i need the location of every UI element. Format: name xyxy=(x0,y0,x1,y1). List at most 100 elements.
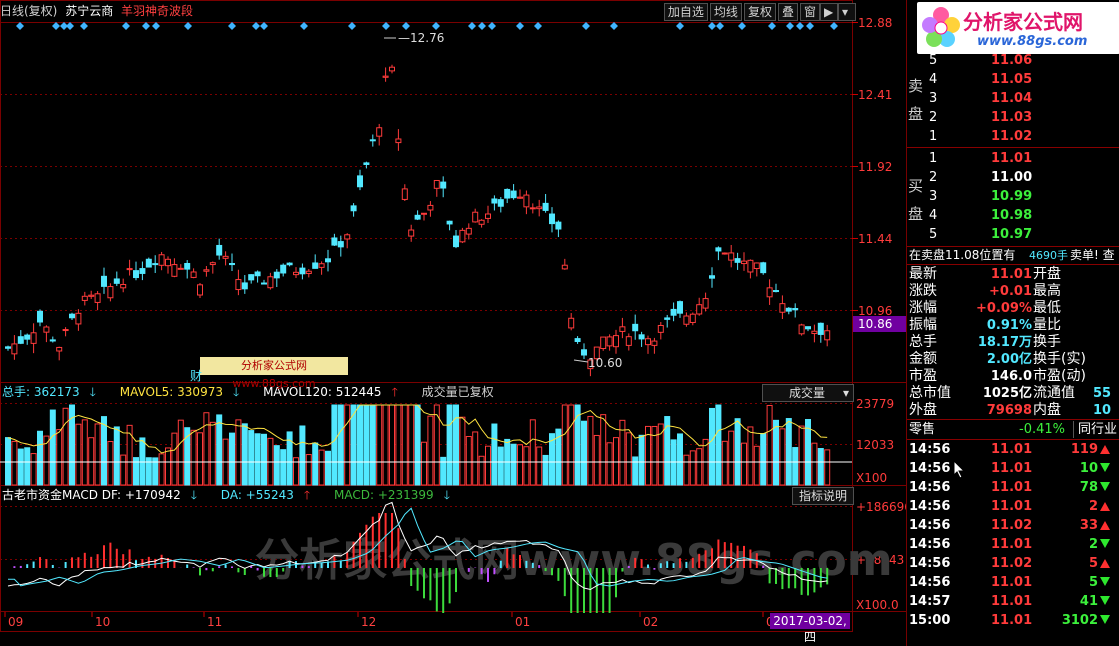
signal-diamond-icon xyxy=(488,22,496,30)
signal-diamond-icon xyxy=(260,22,268,30)
tick-row[interactable]: 14:56 11.01 119 xyxy=(907,441,1119,458)
buy-order-row[interactable]: 1 11.01 xyxy=(907,150,1119,167)
finance-marker[interactable]: 财 xyxy=(190,367,202,384)
volume-bar xyxy=(798,425,805,486)
indicator-name[interactable]: 羊羽神奇波段 xyxy=(121,4,193,18)
sell-order-row[interactable]: 1 11.02 xyxy=(907,128,1119,145)
order-price: 11.02 xyxy=(991,129,1033,144)
tick-row[interactable]: 14:56 11.01 2 xyxy=(907,536,1119,553)
buy-order-row[interactable]: 5 10.97 xyxy=(907,226,1119,243)
overlay-button[interactable]: 叠 xyxy=(777,3,798,21)
tick-row[interactable]: 14:56 11.01 2 xyxy=(907,498,1119,515)
quote-value: 0.91% xyxy=(986,318,1032,333)
tick-row[interactable]: 14:56 11.02 33 xyxy=(907,517,1119,534)
buy-order-row[interactable]: 4 10.98 xyxy=(907,207,1119,224)
tick-row[interactable]: 14:56 11.01 5 xyxy=(907,574,1119,591)
candle-body xyxy=(478,219,485,225)
volume-bar xyxy=(792,447,799,486)
candle-body xyxy=(312,262,319,269)
volume-adjusted-label: 成交量已复权 xyxy=(421,385,494,399)
candle-body xyxy=(747,259,754,273)
quote-value: 146.0 xyxy=(990,369,1032,384)
kline-chart[interactable]: 12.88 12.41 11.92 11.44 10.9610.86 —12.76 10.6… xyxy=(0,0,906,646)
candle-body xyxy=(555,221,562,230)
quote-key-2: 最低 xyxy=(1033,300,1061,316)
candle-body xyxy=(824,330,831,341)
volume-bar xyxy=(625,432,632,486)
signal-diamond-icon xyxy=(80,22,88,30)
order-price: 11.04 xyxy=(991,91,1033,106)
date-axis-label: 01 xyxy=(515,615,530,629)
candle-body xyxy=(261,282,267,285)
volume-bar xyxy=(529,419,536,486)
tick-row[interactable]: 14:56 11.01 78 xyxy=(907,479,1119,496)
big-order-alert[interactable]: 在卖盘11.08位置有 4690手 卖单! 查 xyxy=(907,247,1119,264)
tick-price: 11.02 xyxy=(991,518,1033,533)
sell-order-row[interactable]: 3 11.04 xyxy=(907,90,1119,107)
tick-time: 14:56 xyxy=(909,575,951,590)
tick-row[interactable]: 14:56 11.02 5 xyxy=(907,555,1119,572)
volume-bar xyxy=(229,432,235,486)
candle-body xyxy=(184,262,191,270)
volume-bar xyxy=(785,418,792,486)
candle-body xyxy=(773,290,779,293)
moving-average-button[interactable]: 均线 xyxy=(709,3,742,21)
order-price: 11.06 xyxy=(991,53,1033,68)
candle-body xyxy=(645,338,651,346)
signal-diamond-icon xyxy=(228,22,236,30)
volume-bar xyxy=(773,419,779,486)
candle-body xyxy=(664,317,671,320)
candle-body xyxy=(421,212,427,215)
buy-order-row[interactable]: 2 11.00 xyxy=(907,169,1119,186)
candle-body xyxy=(37,310,43,323)
tick-row[interactable]: 15:00 11.01 3102 xyxy=(907,612,1119,629)
quote-row: 涨跌 +0.01 最高 xyxy=(907,283,1119,300)
candle-body xyxy=(523,194,530,208)
quote-row: 外盘 79698 内盘 10 xyxy=(907,402,1119,419)
volume-bar xyxy=(337,404,344,486)
order-price: 11.00 xyxy=(991,170,1033,185)
volume-bar xyxy=(536,446,543,486)
volume-bar xyxy=(427,415,434,486)
volume-bar xyxy=(280,449,287,486)
chart-dropdown-icon[interactable]: ▾ xyxy=(838,3,856,21)
arrow-down-icon xyxy=(1100,463,1110,472)
candle-body xyxy=(805,326,811,330)
volume-bar xyxy=(824,449,831,486)
candle-body xyxy=(581,349,587,356)
chart-menu-icon[interactable]: ▶ xyxy=(820,3,838,21)
buy-order-row[interactable]: 3 10.99 xyxy=(907,188,1119,205)
chart-area[interactable]: 12.88 12.41 11.92 11.44 10.96 10.86 —12.76 10.6… xyxy=(0,0,906,646)
candle-body xyxy=(190,271,197,278)
tick-time: 14:56 xyxy=(909,461,951,476)
sell-order-row[interactable]: 2 11.03 xyxy=(907,109,1119,126)
add-watchlist-button[interactable]: 加自选 xyxy=(663,3,708,21)
current-date-label: 2017-03-02,四 xyxy=(770,613,850,644)
tick-row[interactable]: 14:57 11.01 41 xyxy=(907,593,1119,610)
volume-bar xyxy=(766,404,773,486)
period-label[interactable]: 日线(复权) xyxy=(0,4,57,18)
candle-body xyxy=(331,237,338,246)
volume-bar xyxy=(753,445,760,486)
window-button[interactable]: 窗 xyxy=(799,3,820,21)
volume-bar xyxy=(88,437,95,486)
volume-bar xyxy=(203,412,210,486)
volume-bar xyxy=(299,425,306,486)
tick-time: 15:00 xyxy=(909,613,951,628)
volume-dropdown[interactable]: 成交量 ▾ xyxy=(762,384,854,402)
logo-title: 分析家公式网 xyxy=(963,10,1083,34)
sell-order-row[interactable]: 4 11.05 xyxy=(907,71,1119,88)
indicator-help-button[interactable]: 指标说明 xyxy=(792,487,855,505)
sector-row[interactable]: 零售 -0.41% 同行业 xyxy=(907,421,1119,438)
candle-body xyxy=(5,346,11,349)
volume-bar xyxy=(305,454,312,486)
tab-industry[interactable]: 同行业 xyxy=(1073,421,1117,438)
adjust-price-button[interactable]: 复权 xyxy=(743,3,776,21)
date-axis-label: 11 xyxy=(207,615,222,629)
signal-diamond-icon xyxy=(830,22,838,30)
candle-body xyxy=(811,330,818,335)
sell-order-row[interactable]: 5 11.06 xyxy=(907,52,1119,69)
volume-tick-label: 12033 xyxy=(856,438,894,452)
tick-row[interactable]: 14:56 11.01 10 xyxy=(907,460,1119,477)
signal-diamond-icon xyxy=(300,22,308,30)
